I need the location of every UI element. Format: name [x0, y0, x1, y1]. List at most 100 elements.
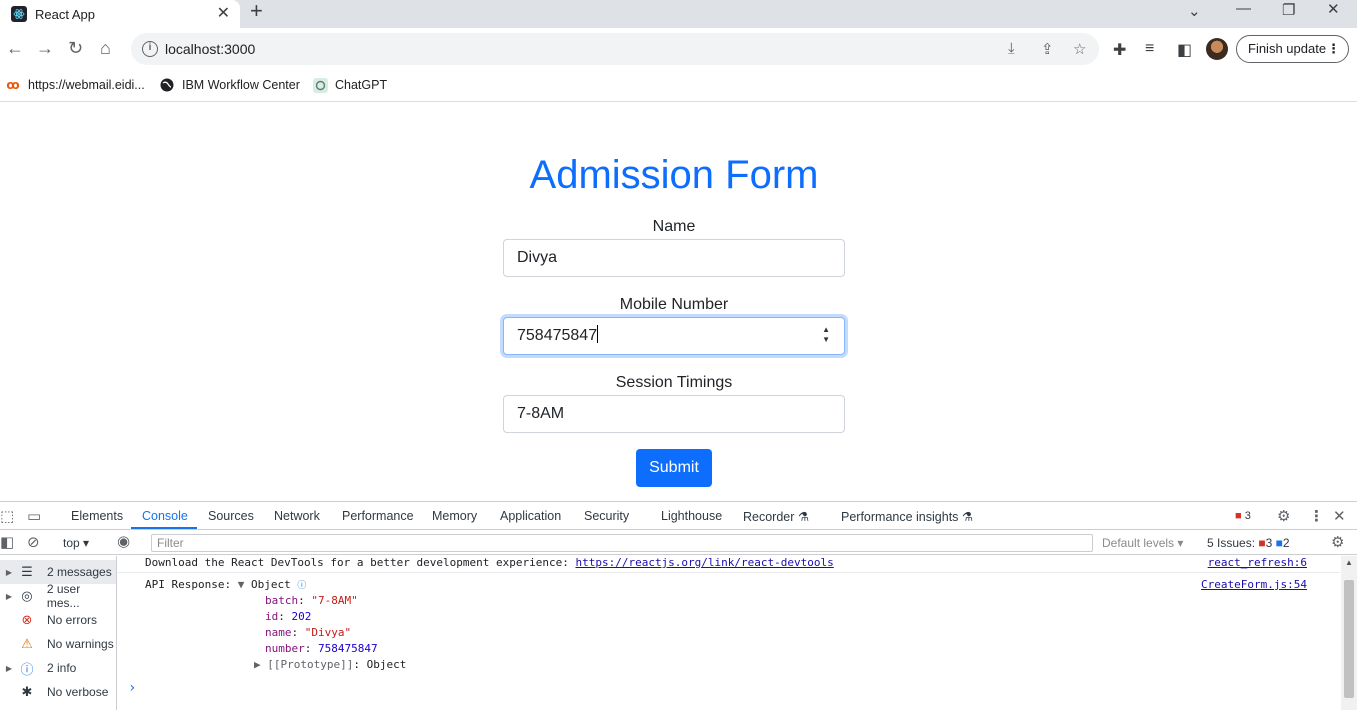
property-value: 758475847 [318, 642, 378, 655]
tab-memory[interactable]: Memory [432, 509, 477, 523]
back-icon[interactable]: ← [6, 38, 24, 58]
form-title: Admission Form [529, 153, 819, 197]
tab-elements[interactable]: Elements [71, 509, 123, 523]
clear-console-icon[interactable]: ⊘ [27, 533, 40, 551]
sidebar-item-verbose[interactable]: ✱ No verbose [0, 680, 116, 704]
property-value: "7-8AM" [311, 594, 358, 607]
name-input[interactable]: Divya [503, 239, 845, 277]
minimize-icon[interactable]: — [1236, 0, 1251, 17]
tab-search-icon[interactable]: ⌄ [1188, 2, 1201, 20]
scroll-up-icon[interactable]: ▲ [1345, 558, 1353, 567]
bookmark-ibm[interactable]: IBM Workflow Center [159, 77, 300, 93]
profile-avatar[interactable] [1206, 38, 1228, 60]
device-toolbar-icon[interactable]: ▭ [27, 507, 41, 525]
flask-icon: ⚗ [797, 510, 810, 524]
tab-recorder[interactable]: Recorder ⚗ [743, 509, 809, 524]
name-input-value: Divya [517, 249, 558, 266]
tab-sources[interactable]: Sources [208, 509, 254, 523]
sidebar-item-errors[interactable]: ⊗ No errors [0, 608, 116, 632]
tab-application[interactable]: Application [500, 509, 561, 523]
log-levels-label: Default levels [1102, 536, 1175, 550]
session-input[interactable]: 7-8AM [503, 395, 845, 433]
console-scrollbar[interactable]: ▲ [1341, 556, 1357, 710]
source-link[interactable]: CreateForm.js:54 [1201, 578, 1307, 591]
expand-arrow-icon: ▶ [254, 658, 268, 671]
issues-counter[interactable]: 5 Issues: ■3 ■2 [1207, 536, 1290, 550]
collapse-arrow-icon: ▼ [237, 578, 251, 591]
number-spinner-icon[interactable]: ▲ ▼ [822, 325, 830, 345]
live-expression-eye-icon[interactable]: ◉ [117, 532, 130, 550]
object-property: name: "Divya" [265, 626, 352, 639]
browser-tab[interactable]: React App ✕ [0, 0, 240, 28]
react-icon [11, 6, 27, 22]
console-sidebar: ▶ ☰ 2 messages ▶ ◎ 2 user mes... ⊗ No er… [0, 556, 117, 710]
issues-label: 5 Issues: [1207, 536, 1256, 550]
bookmark-chatgpt[interactable]: ChatGPT [312, 77, 387, 93]
console-filter-input[interactable]: Filter [151, 534, 1093, 552]
forward-icon[interactable]: → [36, 38, 54, 58]
bookmark-star-icon[interactable]: ☆ [1073, 40, 1086, 58]
sidebar-item-messages[interactable]: ▶ ☰ 2 messages [0, 560, 116, 584]
share-icon[interactable]: ⇪ [1041, 40, 1054, 58]
user-icon: ◎ [21, 588, 33, 603]
devtools-close-icon[interactable]: ✕ [1333, 507, 1346, 525]
bookmark-webmail[interactable]: ꝏ https://webmail.eidi... [5, 77, 144, 93]
tab-lighthouse[interactable]: Lighthouse [661, 509, 722, 523]
tab-performance-insights[interactable]: Performance insights ⚗ [841, 509, 973, 524]
object-label: Object [250, 578, 291, 591]
webmail-icon: ꝏ [6, 78, 20, 92]
tab-insights-label: Performance insights [841, 510, 959, 524]
window-close-icon[interactable]: ✕ [1327, 0, 1340, 18]
object-property: id: 202 [265, 610, 312, 623]
side-panel-icon[interactable]: ◧ [1177, 40, 1192, 60]
tab-network[interactable]: Network [274, 509, 320, 523]
console-settings-icon[interactable]: ⚙ [1331, 533, 1344, 551]
url-text[interactable]: localhost:3000 [165, 41, 255, 57]
error-badge[interactable]: ■ 3 [1235, 510, 1251, 522]
devtools-menu-icon[interactable]: ⋮ [1309, 507, 1324, 525]
media-icon[interactable]: ≡ [1145, 40, 1154, 58]
sidebar-item-info[interactable]: ▶ ⓘ 2 info [0, 656, 116, 680]
settings-gear-icon[interactable]: ⚙ [1277, 507, 1290, 525]
address-bar[interactable]: i localhost:3000 ⤓ ⇪ ☆ [131, 33, 1099, 65]
extensions-icon[interactable]: ✚ [1113, 40, 1126, 60]
sidebar-item-label: 2 messages [47, 565, 112, 579]
maximize-icon[interactable]: ❐ [1282, 1, 1295, 19]
globe-icon [159, 77, 175, 93]
sidebar-toggle-icon[interactable]: ◧ [0, 533, 14, 551]
tab-console[interactable]: Console [142, 509, 188, 523]
new-tab-button[interactable]: + [250, 0, 263, 22]
sidebar-item-user-messages[interactable]: ▶ ◎ 2 user mes... [0, 582, 116, 610]
console-prompt[interactable]: › [128, 680, 136, 696]
object-property: batch: "7-8AM" [265, 594, 358, 607]
property-value: "Divya" [304, 626, 352, 639]
install-icon[interactable]: ⤓ [1008, 40, 1015, 57]
error-icon: ⊗ [21, 612, 33, 627]
context-selector[interactable]: top ▾ [63, 536, 89, 550]
site-info-icon[interactable]: i [142, 41, 158, 57]
page-content: Admission Form Name Divya Mobile Number … [0, 103, 1357, 500]
bookmarks-bar: ꝏ https://webmail.eidi... IBM Workflow C… [0, 70, 1357, 102]
sidebar-item-warnings[interactable]: ⚠ No warnings [0, 632, 116, 656]
property-key: [[Prototype]] [267, 658, 354, 671]
error-badge-icon: ■ [1235, 510, 1242, 522]
devtools-link[interactable]: https://reactjs.org/link/react-devtools [575, 556, 833, 569]
source-link[interactable]: react_refresh:6 [1208, 556, 1307, 569]
log-levels-dropdown[interactable]: Default levels ▾ [1102, 536, 1183, 550]
mobile-input-value: 758475847 [517, 327, 598, 344]
console-message[interactable]: API Response: ▼ Object ⓘ [145, 578, 306, 591]
tab-performance[interactable]: Performance [342, 509, 414, 523]
submit-button[interactable]: Submit [636, 449, 712, 487]
finish-update-button[interactable]: Finish update ⋮ [1236, 35, 1349, 63]
flask-icon: ⚗ [961, 510, 974, 524]
home-icon[interactable]: ⌂ [100, 38, 111, 58]
scrollbar-thumb[interactable] [1344, 580, 1354, 698]
expand-arrow-icon: ▶ [5, 591, 13, 601]
tab-security[interactable]: Security [584, 509, 629, 523]
inspect-element-icon[interactable]: ⬚ [0, 507, 14, 525]
tab-close-icon[interactable]: ✕ [217, 3, 230, 23]
reload-icon[interactable]: ↻ [68, 38, 83, 58]
mobile-input[interactable]: 758475847 ▲ ▼ [503, 317, 845, 355]
name-label: Name [652, 218, 696, 235]
object-prototype[interactable]: ▶ [[Prototype]]: Object [254, 658, 406, 671]
